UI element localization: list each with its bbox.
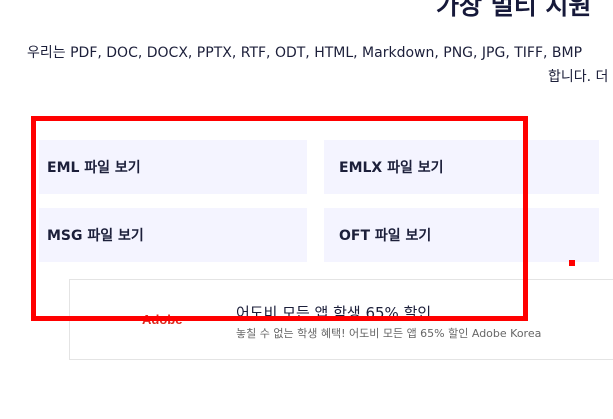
view-oft-file-link[interactable]: OFT 파일 보기 (324, 208, 599, 262)
advertisement-card[interactable]: Adobe 어도비 모든 앱 학생 65% 할인 놓칠 수 없는 학생 혜택! … (69, 279, 613, 360)
section-description: 우리는 PDF, DOC, DOCX, PPTX, RTF, ODT, HTML… (27, 45, 583, 61)
adobe-logo: Adobe (142, 312, 183, 327)
view-emlx-file-link[interactable]: EMLX 파일 보기 (324, 140, 599, 194)
annotation-dot (569, 260, 575, 266)
tile-label: OFT 파일 보기 (339, 228, 432, 244)
page: 가장 멀티 지원 우리는 PDF, DOC, DOCX, PPTX, RTF, … (0, 0, 613, 419)
ad-title: 어도비 모든 앱 학생 65% 할인 (236, 304, 432, 322)
tile-label: EMLX 파일 보기 (339, 160, 444, 176)
ad-subtitle: 놓칠 수 없는 학생 혜택! 어도비 모든 앱 65% 할인 Adobe Kor… (236, 327, 542, 340)
tile-label: MSG 파일 보기 (47, 228, 144, 244)
tile-label: EML 파일 보기 (47, 160, 141, 176)
section-heading: 가장 멀티 지원 (436, 0, 592, 20)
view-eml-file-link[interactable]: EML 파일 보기 (39, 140, 307, 194)
view-msg-file-link[interactable]: MSG 파일 보기 (39, 208, 307, 262)
section-description-continued: 합니다. 더 (548, 69, 609, 85)
